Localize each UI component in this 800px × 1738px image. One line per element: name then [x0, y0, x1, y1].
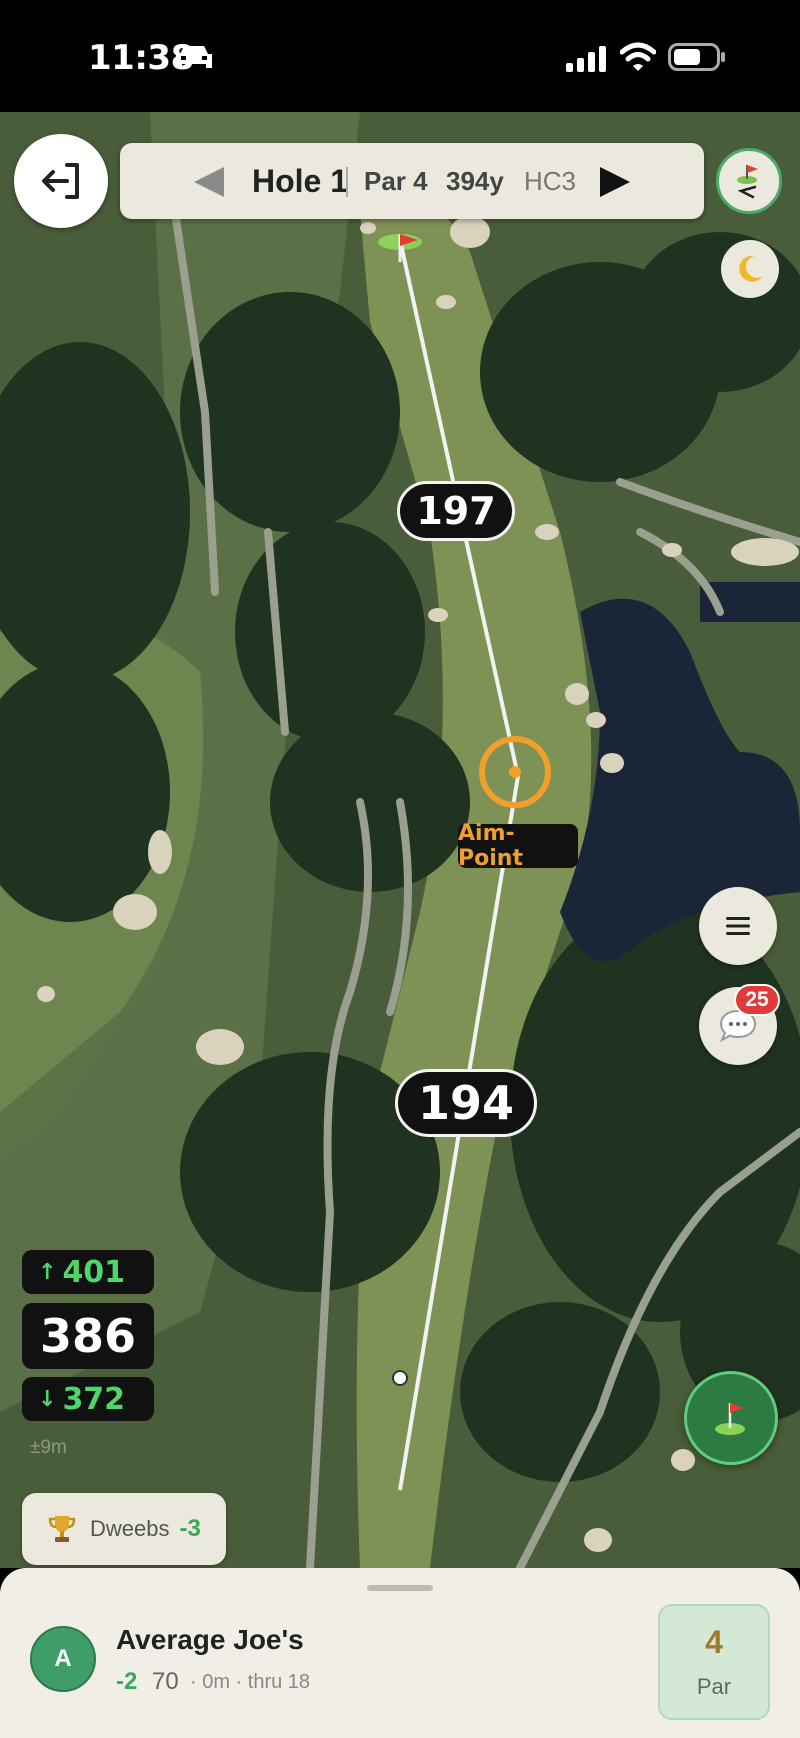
exit-button[interactable]: [14, 134, 108, 228]
tee-marker[interactable]: [392, 1370, 408, 1386]
pin-flag-icon: [398, 234, 418, 262]
player-bottom-sheet[interactable]: A Average Joe's -2 70 · 0m · thru 18 4 P…: [0, 1568, 800, 1738]
flag-on-green-icon: [715, 1403, 745, 1435]
arrow-up-icon: ↑: [38, 1259, 57, 1285]
hole-navigation-bar: Hole 1 Par 4 394y HC3: [120, 143, 704, 219]
hole-bar-divider: [346, 167, 348, 197]
gps-accuracy: ±9m: [30, 1437, 67, 1458]
cellular-signal-icon: [566, 46, 606, 72]
front-of-green-distance: ↓ 372: [22, 1377, 154, 1421]
hole-handicap: HC3: [524, 166, 577, 196]
night-mode-button[interactable]: [721, 240, 779, 298]
hamburger-menu-icon: [726, 917, 750, 935]
distance-to-green-label: 197: [397, 481, 515, 541]
battery-icon: [668, 43, 725, 71]
wifi-icon: [620, 42, 656, 71]
green-view-button[interactable]: [716, 148, 782, 214]
team-score: -3: [179, 1515, 201, 1542]
aim-point-marker[interactable]: [479, 736, 551, 808]
menu-button[interactable]: [699, 887, 777, 965]
center-of-green-distance: 386: [22, 1303, 154, 1369]
front-distance-value: 372: [62, 1381, 126, 1417]
exit-icon: [42, 163, 79, 199]
aim-point-label: Aim-Point: [458, 821, 578, 871]
player-initial: A: [54, 1645, 72, 1672]
hole-flag-icon: [737, 165, 758, 199]
hole-par-value: 4: [705, 1624, 723, 1660]
hole-number: Hole 1: [252, 163, 349, 199]
arrow-down-icon: ↓: [38, 1386, 57, 1412]
player-round-meta: · 0m · thru 18: [190, 1671, 311, 1693]
center-distance-value: 386: [39, 1309, 137, 1363]
chat-unread-badge: 25: [734, 984, 780, 1016]
hole-par-card[interactable]: 4 Par: [658, 1604, 770, 1720]
car-icon: [176, 46, 212, 68]
team-score-pill[interactable]: Dweebs -3: [22, 1493, 226, 1565]
moon-icon: [739, 255, 763, 282]
hole-par: Par 4: [364, 166, 428, 196]
aim-point-dot: [509, 766, 521, 778]
distance-from-tee-label: 194: [395, 1069, 537, 1137]
hole-yardage: 394y: [446, 166, 504, 196]
status-bar: 11:38: [0, 0, 800, 112]
player-strokes: 70: [152, 1668, 179, 1695]
player-name: Average Joe's: [116, 1624, 304, 1655]
previous-hole-button[interactable]: [190, 165, 226, 199]
player-avatar: A: [30, 1626, 96, 1692]
player-score-to-par: -2: [116, 1668, 138, 1695]
sheet-drag-handle[interactable]: [367, 1585, 433, 1591]
hole-flyover-button[interactable]: [684, 1371, 778, 1465]
next-hole-button[interactable]: [598, 165, 634, 199]
back-distance-value: 401: [62, 1254, 126, 1290]
team-name: Dweebs: [90, 1516, 170, 1541]
trophy-icon: [48, 1516, 76, 1542]
back-of-green-distance: ↑ 401: [22, 1250, 154, 1294]
hole-par-label: Par: [696, 1674, 732, 1699]
